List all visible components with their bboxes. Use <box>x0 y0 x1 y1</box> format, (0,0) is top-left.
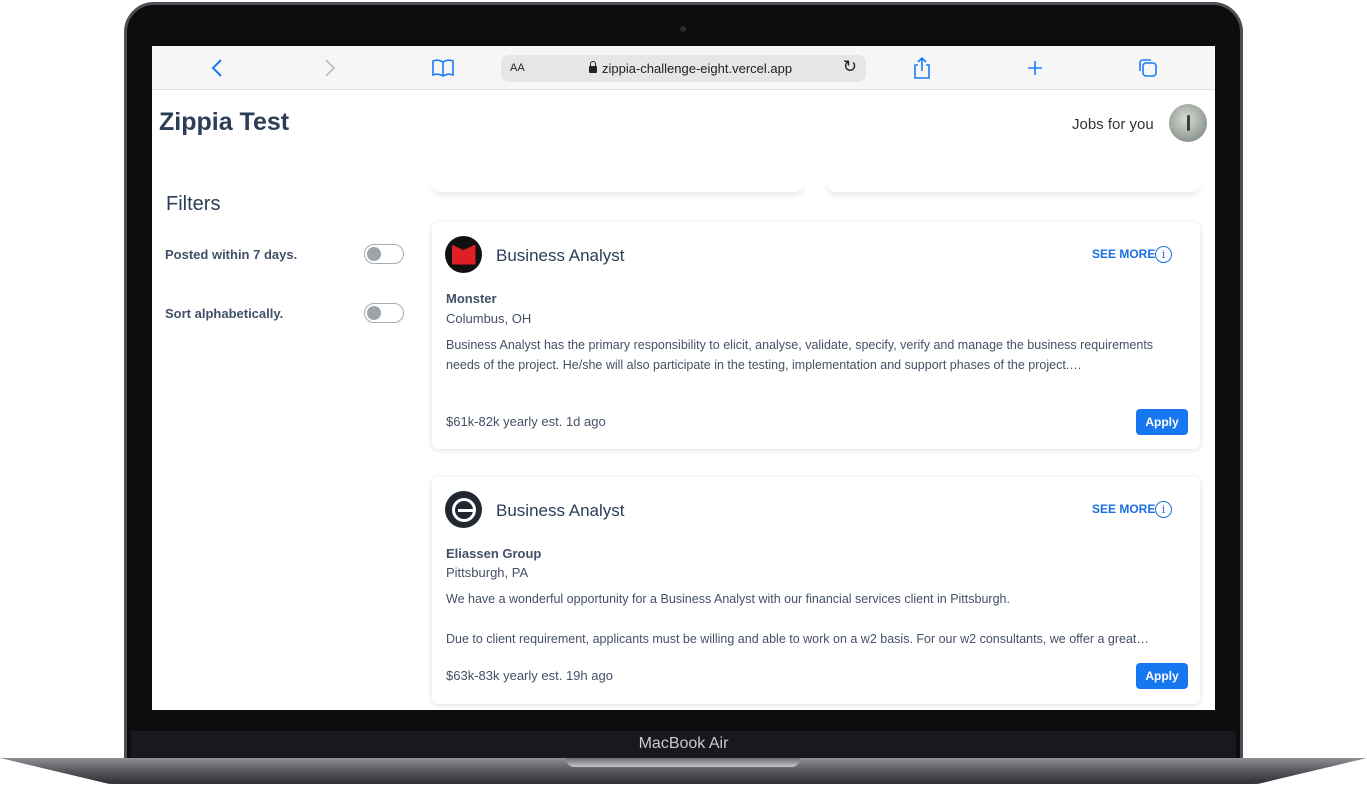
text-size-button[interactable]: AA <box>510 62 525 74</box>
tabs-icon[interactable] <box>1136 56 1160 80</box>
share-icon[interactable] <box>910 56 934 80</box>
company-name: Eliassen Group <box>446 546 542 561</box>
filters-title: Filters <box>166 193 221 215</box>
forward-icon[interactable] <box>318 56 342 80</box>
laptop-notch <box>566 758 800 767</box>
salary-info: $63k-83k yearly est. 19h ago <box>446 668 613 683</box>
company-name: Monster <box>446 291 497 306</box>
job-location: Columbus, OH <box>446 311 532 326</box>
filter-sort-alpha: Sort alphabetically. <box>165 303 405 325</box>
lock-icon <box>589 61 597 73</box>
posted-within-toggle[interactable] <box>364 244 404 264</box>
job-title[interactable]: Business Analyst <box>496 501 625 521</box>
info-icon[interactable]: i <box>1155 501 1172 518</box>
bookmarks-icon[interactable] <box>431 56 455 80</box>
description-text: We have a wonderful opportunity for a Bu… <box>446 592 1010 606</box>
browser-toolbar: AA zippia-challenge-eight.vercel.app ↻ <box>152 46 1215 90</box>
eliassen-logo-icon <box>445 491 482 528</box>
browser-screen: AA zippia-challenge-eight.vercel.app ↻ Z… <box>152 46 1215 710</box>
see-more-link[interactable]: SEE MORE <box>1092 502 1155 516</box>
new-tab-icon[interactable] <box>1023 56 1047 80</box>
job-title[interactable]: Business Analyst <box>496 246 625 266</box>
app-title: Zippia Test <box>159 108 290 136</box>
description-text: Business Analyst has the primary respons… <box>446 338 1154 372</box>
url-text: zippia-challenge-eight.vercel.app <box>589 61 792 76</box>
filter-posted-within: Posted within 7 days. <box>165 244 405 266</box>
filter-label: Posted within 7 days. <box>165 247 298 262</box>
url-value: zippia-challenge-eight.vercel.app <box>602 61 793 76</box>
back-icon[interactable] <box>205 56 229 80</box>
address-bar[interactable]: AA zippia-challenge-eight.vercel.app ↻ <box>501 55 866 82</box>
device-label: MacBook Air <box>638 735 729 752</box>
see-more-link[interactable]: SEE MORE <box>1092 247 1155 261</box>
job-card: Business Analyst SEE MORE i Monster Colu… <box>432 222 1200 449</box>
avatar[interactable] <box>1169 104 1207 142</box>
job-location: Pittsburgh, PA <box>446 565 529 580</box>
camera <box>680 26 686 32</box>
salary-info: $61k-82k yearly est. 1d ago <box>446 414 606 429</box>
filter-label: Sort alphabetically. <box>165 306 284 321</box>
prev-card-edge <box>827 182 1200 192</box>
sort-alpha-toggle[interactable] <box>364 303 404 323</box>
description-text-2: Due to client requirement, applicants mu… <box>446 632 1149 646</box>
apply-button[interactable]: Apply <box>1136 409 1188 435</box>
monster-logo-icon <box>445 236 482 273</box>
job-description: Business Analyst has the primary respons… <box>446 335 1176 375</box>
prev-card-edge <box>432 182 804 192</box>
reload-icon[interactable]: ↻ <box>843 57 857 77</box>
jobs-for-you-link[interactable]: Jobs for you <box>1072 116 1154 133</box>
job-card: Business Analyst SEE MORE i Eliassen Gro… <box>432 477 1200 704</box>
apply-button[interactable]: Apply <box>1136 663 1188 689</box>
laptop-mockup: AA zippia-challenge-eight.vercel.app ↻ Z… <box>0 0 1367 786</box>
job-description: We have a wonderful opportunity for a Bu… <box>446 589 1176 649</box>
info-icon[interactable]: i <box>1155 246 1172 263</box>
